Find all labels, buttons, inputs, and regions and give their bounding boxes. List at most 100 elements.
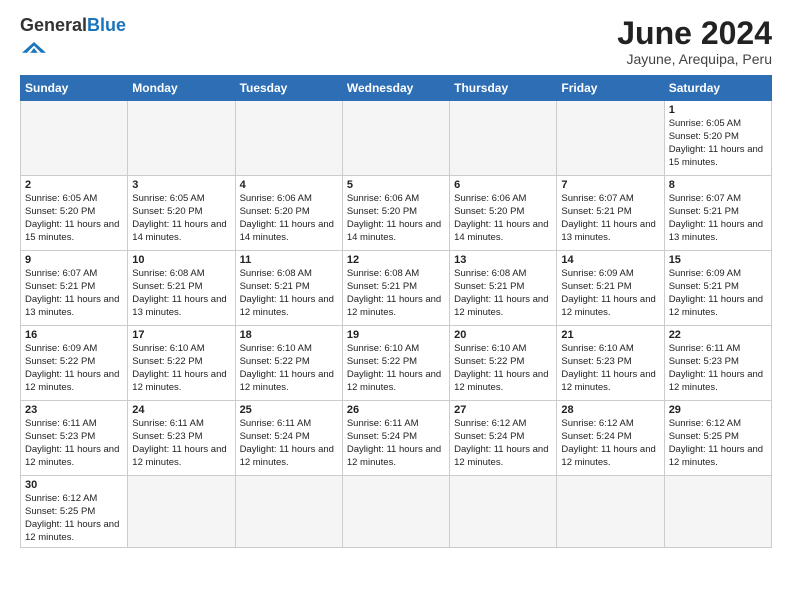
- weekday-header-saturday: Saturday: [664, 76, 771, 101]
- cell-sun-info: Sunrise: 6:09 AMSunset: 5:21 PMDaylight:…: [561, 268, 659, 319]
- cell-sun-info: Sunrise: 6:08 AMSunset: 5:21 PMDaylight:…: [240, 268, 338, 319]
- day-number: 26: [347, 404, 445, 416]
- calendar-cell: 26Sunrise: 6:11 AMSunset: 5:24 PMDayligh…: [342, 401, 449, 476]
- calendar-cell: [557, 101, 664, 176]
- calendar-cell: 20 Sunrise: 6:10 AMSunset: 5:22 PMDayligh…: [450, 326, 557, 401]
- day-number: 14: [561, 254, 659, 266]
- calendar-cell: 9 Sunrise: 6:07 AMSunset: 5:21 PMDaylight…: [21, 251, 128, 326]
- weekday-header-monday: Monday: [128, 76, 235, 101]
- week-row-1: 2 Sunrise: 6:05 AMSunset: 5:20 PMDaylight…: [21, 176, 772, 251]
- cell-sun-info: Sunrise: 6:08 AMSunset: 5:21 PMDaylight:…: [132, 268, 230, 319]
- calendar-cell: 25 Sunrise: 6:11 AMSunset: 5:24 PMDayligh…: [235, 401, 342, 476]
- cell-sun-info: Sunrise: 6:10 AMSunset: 5:22 PMDaylight:…: [240, 343, 338, 394]
- cell-sun-info: Sunrise: 6:08 AMSunset: 5:21 PMDaylight:…: [454, 268, 552, 319]
- day-number: 19: [347, 329, 445, 341]
- cell-sun-info: Sunrise: 6:12 AMSunset: 5:25 PMDaylight:…: [669, 418, 767, 469]
- day-number: 2: [25, 179, 123, 191]
- calendar-cell: 6 Sunrise: 6:06 AMSunset: 5:20 PMDaylight…: [450, 176, 557, 251]
- day-number: 13: [454, 254, 552, 266]
- logo-icon: [22, 36, 46, 60]
- day-number: 24: [132, 404, 230, 416]
- cell-sun-info: Sunrise: 6:08 AMSunset: 5:21 PMDaylight:…: [347, 268, 445, 319]
- day-number: 4: [240, 179, 338, 191]
- weekday-header-tuesday: Tuesday: [235, 76, 342, 101]
- calendar-cell: 22Sunrise: 6:11 AMSunset: 5:23 PMDayligh…: [664, 326, 771, 401]
- day-number: 23: [25, 404, 123, 416]
- day-number: 29: [669, 404, 767, 416]
- title-block: June 2024 Jayune, Arequipa, Peru: [617, 16, 772, 67]
- cell-sun-info: Sunrise: 6:10 AMSunset: 5:22 PMDaylight:…: [454, 343, 552, 394]
- cell-sun-info: Sunrise: 6:07 AMSunset: 5:21 PMDaylight:…: [669, 193, 767, 244]
- calendar-cell: [557, 476, 664, 548]
- calendar-cell: [128, 101, 235, 176]
- logo-text: GeneralBlue: [20, 15, 126, 35]
- week-row-3: 16 Sunrise: 6:09 AMSunset: 5:22 PMDayligh…: [21, 326, 772, 401]
- day-number: 27: [454, 404, 552, 416]
- calendar-cell: 12 Sunrise: 6:08 AMSunset: 5:21 PMDayligh…: [342, 251, 449, 326]
- calendar-cell: 14 Sunrise: 6:09 AMSunset: 5:21 PMDayligh…: [557, 251, 664, 326]
- cell-sun-info: Sunrise: 6:12 AMSunset: 5:24 PMDaylight:…: [454, 418, 552, 469]
- calendar-cell: 2 Sunrise: 6:05 AMSunset: 5:20 PMDaylight…: [21, 176, 128, 251]
- cell-sun-info: Sunrise: 6:11 AMSunset: 5:23 PMDaylight:…: [669, 343, 767, 394]
- day-number: 17: [132, 329, 230, 341]
- weekday-header-wednesday: Wednesday: [342, 76, 449, 101]
- calendar-cell: [342, 101, 449, 176]
- calendar-cell: 16 Sunrise: 6:09 AMSunset: 5:22 PMDayligh…: [21, 326, 128, 401]
- calendar-cell: 15 Sunrise: 6:09 AMSunset: 5:21 PMDayligh…: [664, 251, 771, 326]
- day-number: 7: [561, 179, 659, 191]
- calendar-cell: [450, 101, 557, 176]
- calendar-cell: [128, 476, 235, 548]
- page-header: GeneralBlue June 2024 Jayune, Arequipa, …: [20, 16, 772, 67]
- day-number: 20: [454, 329, 552, 341]
- day-number: 9: [25, 254, 123, 266]
- calendar-cell: 21Sunrise: 6:10 AMSunset: 5:23 PMDayligh…: [557, 326, 664, 401]
- calendar-cell: 27 Sunrise: 6:12 AMSunset: 5:24 PMDayligh…: [450, 401, 557, 476]
- calendar-cell: [235, 101, 342, 176]
- week-row-0: 1Sunrise: 6:05 AMSunset: 5:20 PMDaylight…: [21, 101, 772, 176]
- day-number: 16: [25, 329, 123, 341]
- cell-sun-info: Sunrise: 6:05 AMSunset: 5:20 PMDaylight:…: [132, 193, 230, 244]
- calendar-cell: 3 Sunrise: 6:05 AMSunset: 5:20 PMDaylight…: [128, 176, 235, 251]
- weekday-header-thursday: Thursday: [450, 76, 557, 101]
- calendar-cell: 30Sunrise: 6:12 AMSunset: 5:25 PMDayligh…: [21, 476, 128, 548]
- calendar-cell: [235, 476, 342, 548]
- weekday-header-sunday: Sunday: [21, 76, 128, 101]
- weekday-header-friday: Friday: [557, 76, 664, 101]
- cell-sun-info: Sunrise: 6:07 AMSunset: 5:21 PMDaylight:…: [25, 268, 123, 319]
- cell-sun-info: Sunrise: 6:09 AMSunset: 5:22 PMDaylight:…: [25, 343, 123, 394]
- day-number: 28: [561, 404, 659, 416]
- day-number: 3: [132, 179, 230, 191]
- calendar-cell: 10Sunrise: 6:08 AMSunset: 5:21 PMDayligh…: [128, 251, 235, 326]
- week-row-4: 23Sunrise: 6:11 AMSunset: 5:23 PMDayligh…: [21, 401, 772, 476]
- day-number: 12: [347, 254, 445, 266]
- calendar-cell: 17 Sunrise: 6:10 AMSunset: 5:22 PMDayligh…: [128, 326, 235, 401]
- cell-sun-info: Sunrise: 6:12 AMSunset: 5:24 PMDaylight:…: [561, 418, 659, 469]
- day-number: 5: [347, 179, 445, 191]
- location-title: Jayune, Arequipa, Peru: [617, 51, 772, 67]
- day-number: 25: [240, 404, 338, 416]
- day-number: 18: [240, 329, 338, 341]
- day-number: 8: [669, 179, 767, 191]
- day-number: 30: [25, 479, 123, 491]
- week-row-5: 30Sunrise: 6:12 AMSunset: 5:25 PMDayligh…: [21, 476, 772, 548]
- cell-sun-info: Sunrise: 6:06 AMSunset: 5:20 PMDaylight:…: [240, 193, 338, 244]
- cell-sun-info: Sunrise: 6:10 AMSunset: 5:22 PMDaylight:…: [347, 343, 445, 394]
- cell-sun-info: Sunrise: 6:05 AMSunset: 5:20 PMDaylight:…: [25, 193, 123, 244]
- calendar-cell: 23Sunrise: 6:11 AMSunset: 5:23 PMDayligh…: [21, 401, 128, 476]
- day-number: 6: [454, 179, 552, 191]
- weekday-header-row: SundayMondayTuesdayWednesdayThursdayFrid…: [21, 76, 772, 101]
- day-number: 11: [240, 254, 338, 266]
- month-title: June 2024: [617, 16, 772, 51]
- cell-sun-info: Sunrise: 6:10 AMSunset: 5:22 PMDaylight:…: [132, 343, 230, 394]
- calendar-table: SundayMondayTuesdayWednesdayThursdayFrid…: [20, 75, 772, 548]
- day-number: 15: [669, 254, 767, 266]
- cell-sun-info: Sunrise: 6:09 AMSunset: 5:21 PMDaylight:…: [669, 268, 767, 319]
- calendar-cell: [342, 476, 449, 548]
- cell-sun-info: Sunrise: 6:11 AMSunset: 5:24 PMDaylight:…: [240, 418, 338, 469]
- calendar-cell: 1Sunrise: 6:05 AMSunset: 5:20 PMDaylight…: [664, 101, 771, 176]
- day-number: 21: [561, 329, 659, 341]
- calendar-cell: 4 Sunrise: 6:06 AMSunset: 5:20 PMDaylight…: [235, 176, 342, 251]
- cell-sun-info: Sunrise: 6:06 AMSunset: 5:20 PMDaylight:…: [454, 193, 552, 244]
- calendar-cell: 19 Sunrise: 6:10 AMSunset: 5:22 PMDayligh…: [342, 326, 449, 401]
- week-row-2: 9 Sunrise: 6:07 AMSunset: 5:21 PMDaylight…: [21, 251, 772, 326]
